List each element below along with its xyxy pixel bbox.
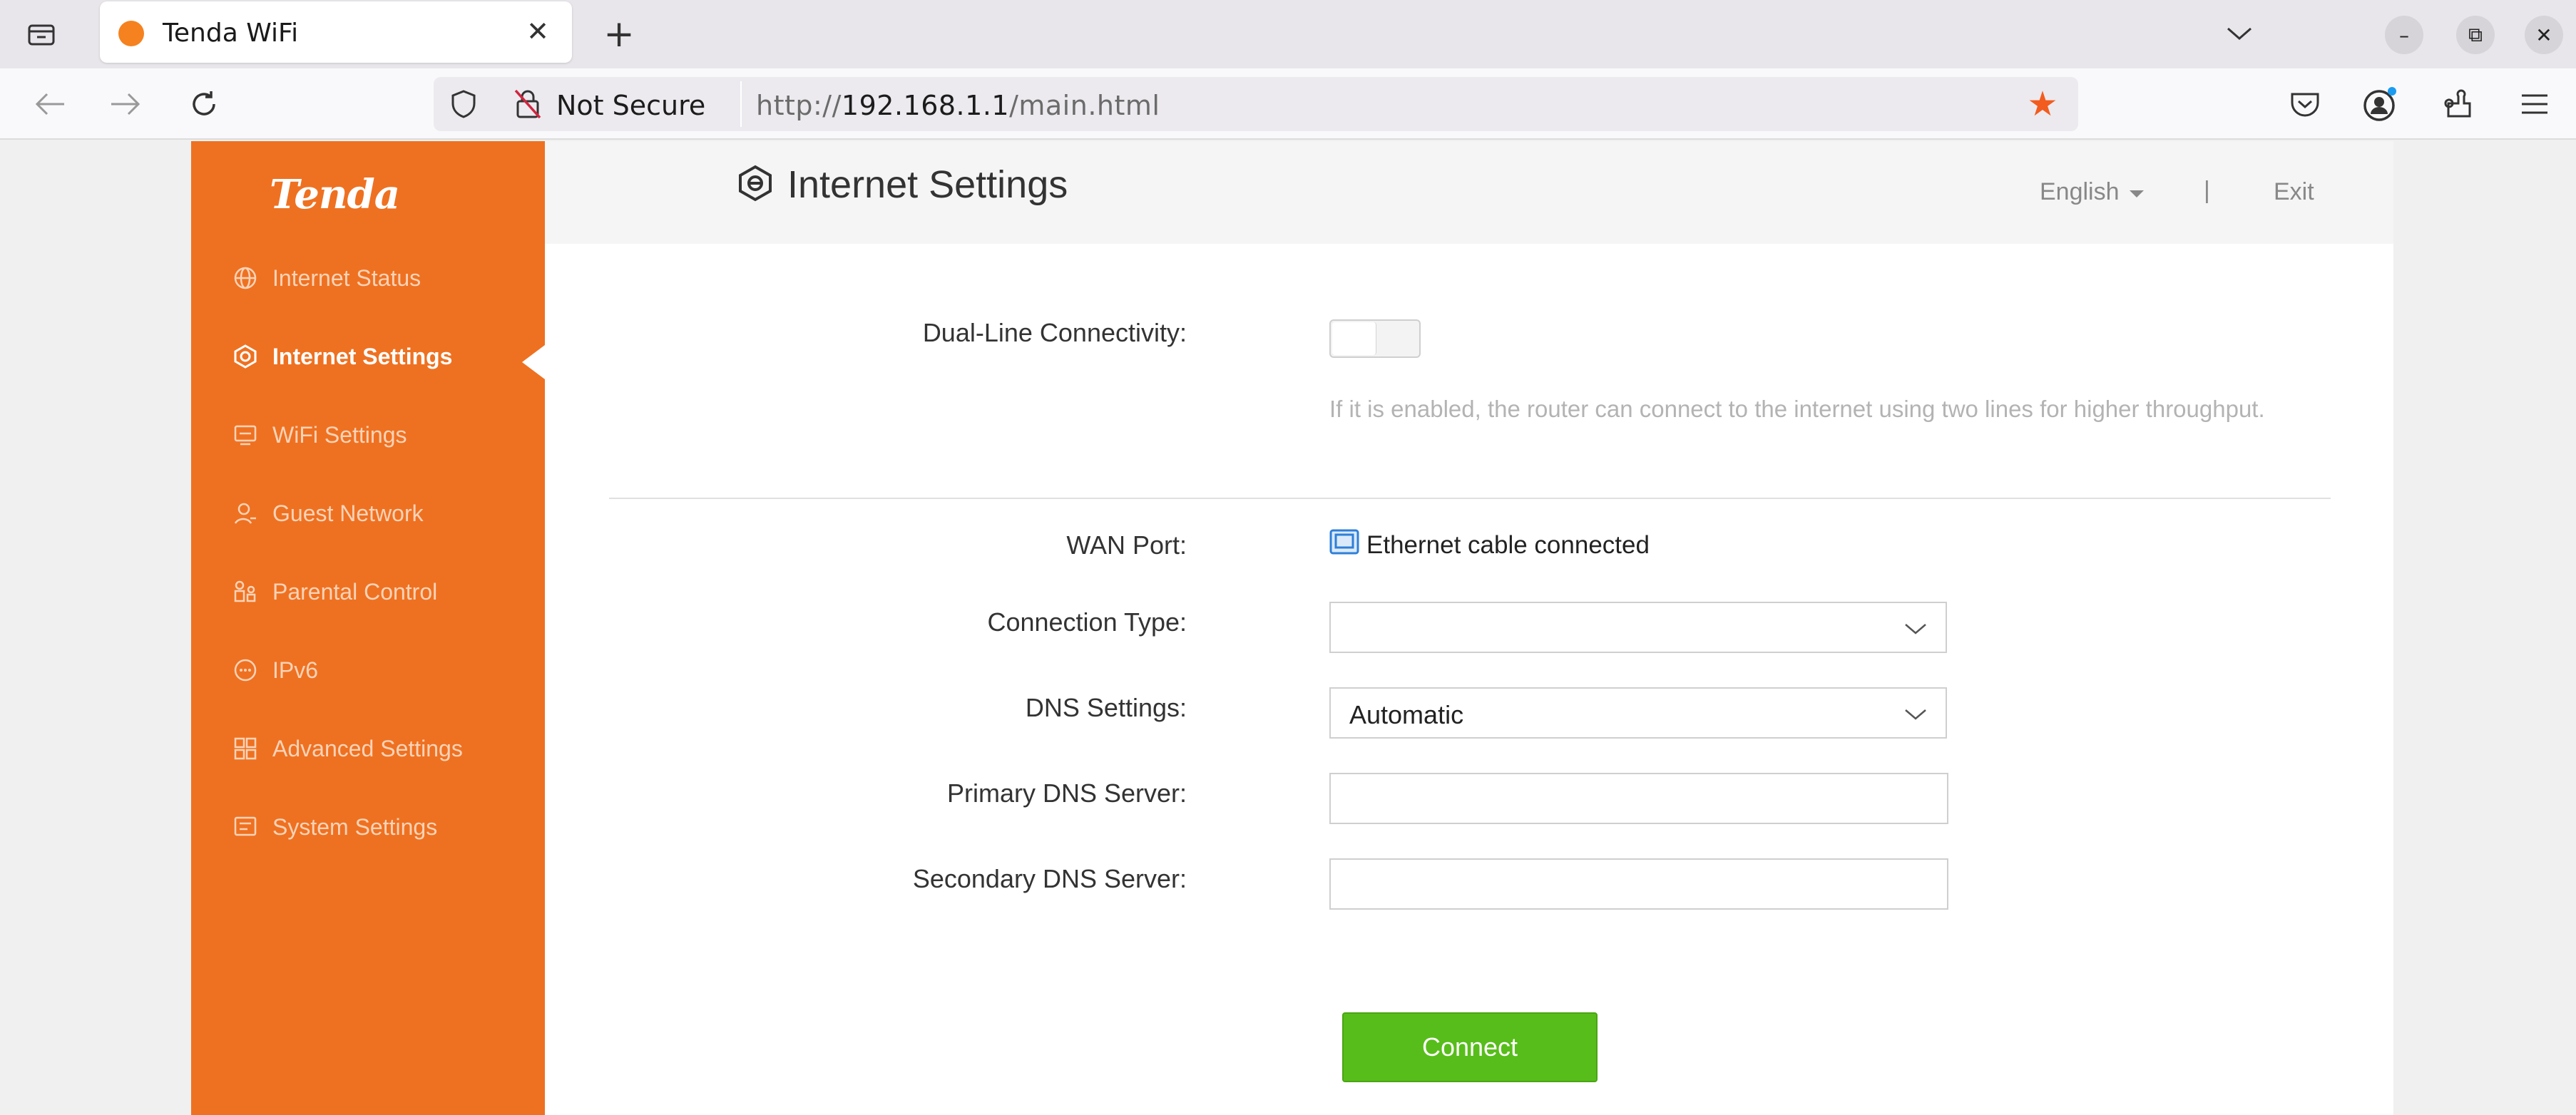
globe-icon <box>232 265 258 291</box>
language-label: English <box>2040 178 2120 205</box>
bookmark-star-icon[interactable]: ★ <box>2023 84 2063 124</box>
chevron-down-icon <box>1903 702 1928 727</box>
back-icon[interactable] <box>27 81 73 127</box>
wan-port-status: Ethernet cable connected <box>1329 529 1650 561</box>
url-separator <box>740 81 742 127</box>
primary-dns-label: Primary DNS Server: <box>946 779 1187 808</box>
sidebar-item-label: System Settings <box>272 813 438 840</box>
tab-title: Tenda WiFi <box>163 19 299 48</box>
guest-icon <box>232 500 258 526</box>
grid-icon <box>232 736 258 761</box>
sidebar-item-label: Parental Control <box>272 578 438 605</box>
dual-line-hint: If it is enabled, the router can connect… <box>1329 396 2265 422</box>
content-header: Internet Settings English | Exit <box>545 141 2393 244</box>
sidebar-item-label: WiFi Settings <box>272 421 407 448</box>
page-title: Internet Settings <box>787 163 1068 206</box>
dns-settings-select[interactable]: Automatic <box>1329 687 1947 739</box>
address-bar[interactable]: Not Secure http://192.168.1.1/main.html … <box>434 77 2078 131</box>
system-icon <box>232 814 258 840</box>
browser-nav-bar: Not Secure http://192.168.1.1/main.html … <box>0 68 2576 140</box>
not-secure-label[interactable]: Not Secure <box>556 90 705 121</box>
router-admin-page: Tenda Internet Status Internet Settings … <box>0 141 2576 1115</box>
wifi-settings-icon <box>232 422 258 448</box>
account-icon[interactable] <box>2359 83 2402 125</box>
forward-icon[interactable] <box>103 81 148 127</box>
sidebar-item-guest-network[interactable]: Guest Network <box>232 492 424 535</box>
tab-list-icon[interactable] <box>21 16 61 53</box>
reload-icon[interactable] <box>181 81 227 127</box>
insecure-lock-icon[interactable] <box>511 87 545 121</box>
secondary-dns-input[interactable] <box>1329 858 1948 910</box>
browser-tab[interactable]: Tenda WiFi ✕ <box>100 1 572 63</box>
sidebar-item-advanced-settings[interactable]: Advanced Settings <box>232 727 463 770</box>
dns-settings-label: DNS Settings: <box>1025 693 1187 722</box>
tab-close-icon[interactable]: ✕ <box>519 13 556 50</box>
dual-line-label: Dual-Line Connectivity: <box>922 318 1187 347</box>
new-tab-button[interactable]: + <box>599 13 639 56</box>
sidebar-item-label: Guest Network <box>272 500 424 526</box>
sidebar-item-label: Internet Status <box>272 264 421 291</box>
sidebar-item-label: Internet Settings <box>272 343 453 369</box>
tenda-favicon-icon <box>118 21 144 46</box>
chevron-down-icon[interactable] <box>2219 16 2259 53</box>
sidebar-item-internet-status[interactable]: Internet Status <box>232 257 421 299</box>
internet-settings-icon <box>232 344 258 369</box>
sidebar-item-label: IPv6 <box>272 657 319 683</box>
active-item-pointer <box>522 345 545 379</box>
url-text[interactable]: http://192.168.1.1/main.html <box>756 90 1160 121</box>
hamburger-menu-icon[interactable] <box>2513 83 2556 125</box>
dual-line-toggle[interactable] <box>1329 319 1421 358</box>
section-divider <box>609 498 2331 499</box>
tenda-logo: Tenda <box>270 171 400 218</box>
minimize-button[interactable]: – <box>2385 16 2423 54</box>
internet-settings-icon <box>735 163 776 204</box>
main-content: Internet Settings English | Exit Dual-Li… <box>545 141 2393 1115</box>
window-close-button[interactable]: ✕ <box>2525 16 2563 54</box>
browser-tab-bar: Tenda WiFi ✕ + – ⧉ ✕ <box>0 0 2576 68</box>
ipv6-icon <box>232 657 258 683</box>
wan-port-status-text: Ethernet cable connected <box>1366 530 1650 559</box>
sidebar-item-parental-control[interactable]: Parental Control <box>232 570 437 613</box>
shield-icon[interactable] <box>446 87 481 121</box>
sidebar-item-system-settings[interactable]: System Settings <box>232 806 437 848</box>
connect-button[interactable]: Connect <box>1342 1012 1598 1082</box>
primary-dns-input[interactable] <box>1329 773 1948 824</box>
pocket-icon[interactable] <box>2284 83 2326 125</box>
exit-link[interactable]: Exit <box>2274 178 2314 206</box>
extensions-icon[interactable] <box>2438 83 2480 125</box>
chevron-down-icon <box>1903 616 1928 642</box>
toggle-knob <box>1332 322 1376 355</box>
language-selector[interactable]: English <box>2040 178 2144 206</box>
sidebar-item-wifi-settings[interactable]: WiFi Settings <box>232 413 407 456</box>
ethernet-port-icon <box>1329 529 1359 561</box>
caret-down-icon <box>2129 190 2144 197</box>
connection-type-label: Connection Type: <box>987 607 1187 637</box>
sidebar-item-ipv6[interactable]: IPv6 <box>232 649 318 692</box>
dns-settings-value: Automatic <box>1349 700 1464 729</box>
sidebar: Tenda Internet Status Internet Settings … <box>191 141 545 1115</box>
sidebar-item-label: Advanced Settings <box>272 735 463 761</box>
secondary-dns-label: Secondary DNS Server: <box>912 864 1187 893</box>
connection-type-select[interactable] <box>1329 602 1947 653</box>
parental-icon <box>232 579 258 605</box>
wan-port-label: WAN Port: <box>1066 530 1187 560</box>
header-separator: | <box>2204 177 2210 204</box>
restore-button[interactable]: ⧉ <box>2456 16 2495 54</box>
sidebar-item-internet-settings[interactable]: Internet Settings <box>232 335 452 378</box>
